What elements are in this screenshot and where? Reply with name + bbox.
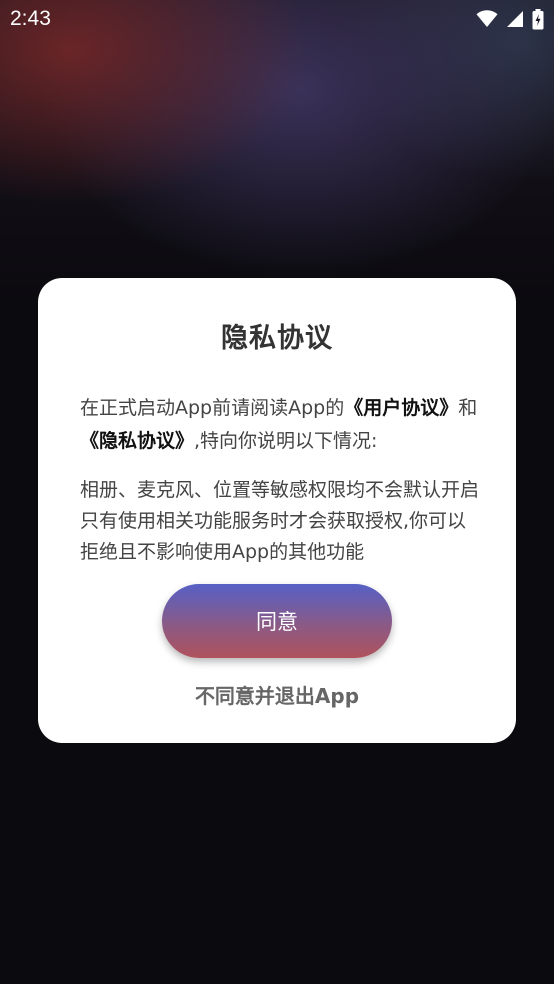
battery-icon	[532, 8, 544, 29]
agree-button[interactable]: 同意	[162, 584, 392, 658]
intro-text: 在正式启动App前请阅读App的《用户协议》和《隐私协议》,特向你说明以下情况:	[80, 392, 480, 458]
intro-after: ,特向你说明以下情况:	[194, 430, 378, 452]
permissions-text: 相册、麦克风、位置等敏感权限均不会默认开启只有使用相关功能服务时才会获取授权,你…	[80, 479, 480, 563]
disagree-exit-button[interactable]: 不同意并退出App	[38, 680, 516, 709]
intro-before: 在正式启动App前请阅读App的	[80, 397, 345, 419]
privacy-dialog: 隐私协议 在正式启动App前请阅读App的《用户协议》和《隐私协议》,特向你说明…	[38, 278, 516, 743]
status-bar: 2:43	[0, 0, 554, 38]
wifi-icon	[476, 10, 498, 27]
user-agreement-link[interactable]: 《用户协议》	[344, 397, 458, 419]
privacy-policy-link[interactable]: 《隐私协议》	[80, 430, 194, 452]
status-icons	[476, 8, 544, 30]
intro-and: 和	[458, 397, 478, 419]
status-time: 2:43	[10, 7, 51, 30]
cell-signal-icon	[507, 11, 523, 27]
dialog-title: 隐私协议	[221, 323, 333, 354]
